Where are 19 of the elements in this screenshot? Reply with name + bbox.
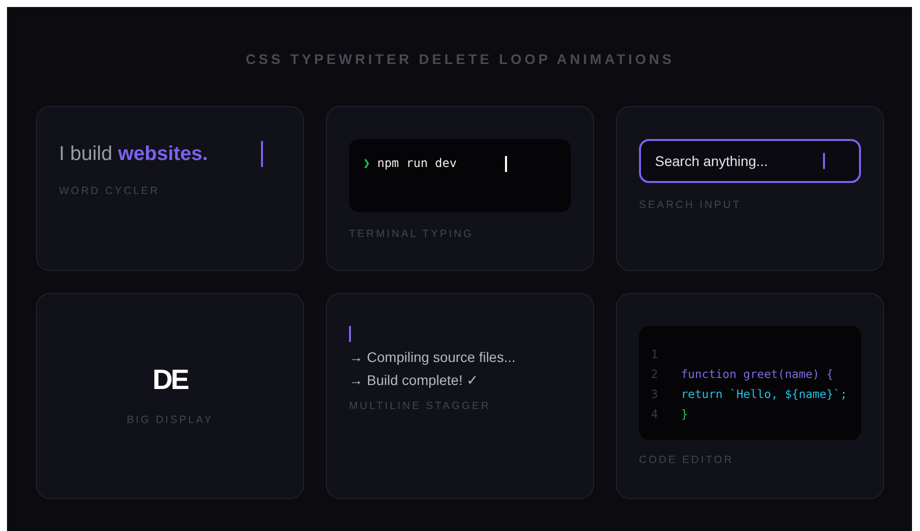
search-field[interactable]: Search anything... [639,139,861,183]
text-cursor [823,153,825,169]
terminal-command: npm run dev [377,156,457,170]
line-number: 1 [651,347,659,361]
display-text: DE [152,366,188,394]
prompt-icon: ❯ [363,156,370,170]
text-cursor [261,141,263,167]
line-number: 2 [651,367,659,381]
typed-text: I build websites. [59,142,208,166]
code-line: function greet(name) { [681,367,834,381]
line-number: 4 [651,407,659,421]
output-line: → Build complete! ✓ [349,372,480,388]
code-line: } [681,407,688,421]
text-cursor [349,326,351,342]
text-cursor [504,156,507,172]
output-line: → Compiling source files... [349,349,517,365]
page-title: CSS TYPEWRITER DELETE LOOP ANIMATIONS [244,51,676,67]
line-number: 3 [651,387,659,401]
code-line: return `Hello, ${name}`; [681,387,848,401]
